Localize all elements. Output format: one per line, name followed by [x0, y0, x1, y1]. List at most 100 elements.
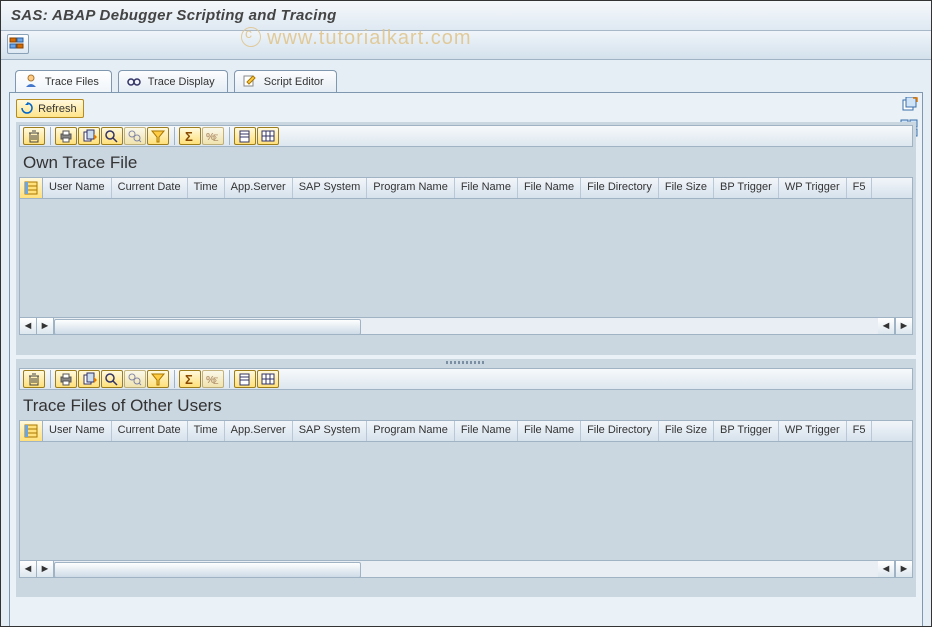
- column-header[interactable]: File Name: [518, 178, 581, 198]
- refresh-button[interactable]: Refresh: [16, 99, 84, 118]
- scroll-right2-icon[interactable]: ►: [895, 318, 912, 334]
- content: Trace Files Trace Display Script Editor …: [1, 60, 931, 627]
- column-header[interactable]: File Size: [659, 421, 714, 441]
- grid-header: User NameCurrent DateTimeApp.ServerSAP S…: [19, 177, 913, 199]
- select-all-button[interactable]: [20, 178, 43, 198]
- titlebar: SAS: ABAP Debugger Scripting and Tracing: [1, 1, 931, 31]
- filter-icon[interactable]: [147, 127, 169, 145]
- delete-icon[interactable]: [23, 370, 45, 388]
- subtotal-icon: %Σ: [202, 370, 224, 388]
- grip-icon: [446, 361, 486, 364]
- scroll-track[interactable]: [54, 318, 878, 334]
- svg-text:Σ: Σ: [185, 372, 193, 386]
- menu-button[interactable]: [7, 34, 29, 54]
- scroll-thumb[interactable]: [54, 319, 361, 335]
- export-icon[interactable]: [78, 370, 100, 388]
- find-icon[interactable]: [101, 127, 123, 145]
- refresh-label: Refresh: [38, 103, 77, 115]
- column-header[interactable]: BP Trigger: [714, 421, 779, 441]
- h-scrollbar[interactable]: ◄ ► ◄ ►: [19, 560, 913, 578]
- h-scrollbar[interactable]: ◄ ► ◄ ►: [19, 317, 913, 335]
- tab-body: Refresh Σ%Σ Own Trace File User NameCurr…: [9, 92, 923, 627]
- grid-body: [19, 199, 913, 317]
- svg-text:Σ: Σ: [213, 376, 219, 386]
- tab-label: Trace Display: [148, 76, 215, 88]
- print-icon[interactable]: [55, 127, 77, 145]
- svg-text:Σ: Σ: [213, 133, 219, 143]
- separator: [174, 127, 175, 145]
- panel-other-users-trace: Σ%Σ Trace Files of Other Users User Name…: [16, 365, 916, 597]
- layout-icon[interactable]: [234, 127, 256, 145]
- column-header[interactable]: Time: [188, 421, 225, 441]
- delete-icon[interactable]: [23, 127, 45, 145]
- grid-body: [19, 442, 913, 560]
- alv-toolbar: Σ%Σ: [19, 125, 913, 147]
- column-header[interactable]: F5: [847, 178, 873, 198]
- column-header[interactable]: File Directory: [581, 421, 659, 441]
- column-header[interactable]: Time: [188, 178, 225, 198]
- column-header[interactable]: App.Server: [225, 421, 293, 441]
- tab-script-editor[interactable]: Script Editor: [234, 70, 337, 92]
- sum-icon[interactable]: Σ: [179, 370, 201, 388]
- column-header[interactable]: App.Server: [225, 178, 293, 198]
- panel-own-trace: Σ%Σ Own Trace File User NameCurrent Date…: [16, 122, 916, 355]
- scroll-left2-icon[interactable]: ◄: [878, 561, 895, 577]
- scroll-thumb[interactable]: [54, 562, 361, 578]
- layout-icon[interactable]: [234, 370, 256, 388]
- separator: [229, 370, 230, 388]
- tab-trace-display[interactable]: Trace Display: [118, 70, 228, 92]
- column-header[interactable]: Current Date: [112, 421, 188, 441]
- refresh-icon: [21, 102, 33, 114]
- filter-icon[interactable]: [147, 370, 169, 388]
- alv-toolbar: Σ%Σ: [19, 368, 913, 390]
- sap-window: SAS: ABAP Debugger Scripting and Tracing…: [0, 0, 932, 627]
- panel-title: Trace Files of Other Users: [19, 390, 913, 420]
- export-icon[interactable]: [78, 127, 100, 145]
- print-icon[interactable]: [55, 370, 77, 388]
- grid-icon[interactable]: [257, 127, 279, 145]
- column-header[interactable]: WP Trigger: [779, 178, 847, 198]
- column-header[interactable]: User Name: [43, 421, 112, 441]
- separator: [50, 127, 51, 145]
- separator: [229, 127, 230, 145]
- sum-icon[interactable]: Σ: [179, 127, 201, 145]
- scroll-track[interactable]: [54, 561, 878, 577]
- column-header[interactable]: BP Trigger: [714, 178, 779, 198]
- pencil-icon: [243, 74, 257, 88]
- app-toolbar: [1, 31, 931, 60]
- column-header[interactable]: File Directory: [581, 178, 659, 198]
- title: SAS: ABAP Debugger Scripting and Tracing: [11, 7, 337, 24]
- column-header[interactable]: SAP System: [293, 421, 368, 441]
- scroll-right-icon[interactable]: ►: [37, 318, 54, 334]
- column-header[interactable]: Program Name: [367, 421, 455, 441]
- select-all-button[interactable]: [20, 421, 43, 441]
- column-header[interactable]: Program Name: [367, 178, 455, 198]
- find-next-icon: [124, 370, 146, 388]
- tabstrip: Trace Files Trace Display Script Editor: [15, 70, 923, 93]
- subtotal-icon: %Σ: [202, 127, 224, 145]
- separator: [174, 370, 175, 388]
- tab-label: Script Editor: [264, 76, 324, 88]
- glasses-icon: [127, 74, 141, 88]
- column-header[interactable]: Current Date: [112, 178, 188, 198]
- tab-trace-files[interactable]: Trace Files: [15, 70, 112, 92]
- column-header[interactable]: File Name: [455, 178, 518, 198]
- find-icon[interactable]: [101, 370, 123, 388]
- column-header[interactable]: SAP System: [293, 178, 368, 198]
- column-header[interactable]: File Size: [659, 178, 714, 198]
- column-header[interactable]: F5: [847, 421, 873, 441]
- refresh-bar: Refresh: [16, 99, 916, 118]
- scroll-left-icon[interactable]: ◄: [20, 561, 37, 577]
- scroll-right-icon[interactable]: ►: [37, 561, 54, 577]
- scroll-left2-icon[interactable]: ◄: [878, 318, 895, 334]
- new-window-icon[interactable]: [900, 97, 918, 115]
- column-header[interactable]: File Name: [518, 421, 581, 441]
- svg-text:Σ: Σ: [185, 129, 193, 143]
- scroll-left-icon[interactable]: ◄: [20, 318, 37, 334]
- panel-title: Own Trace File: [19, 147, 913, 177]
- column-header[interactable]: File Name: [455, 421, 518, 441]
- column-header[interactable]: User Name: [43, 178, 112, 198]
- grid-icon[interactable]: [257, 370, 279, 388]
- scroll-right2-icon[interactable]: ►: [895, 561, 912, 577]
- column-header[interactable]: WP Trigger: [779, 421, 847, 441]
